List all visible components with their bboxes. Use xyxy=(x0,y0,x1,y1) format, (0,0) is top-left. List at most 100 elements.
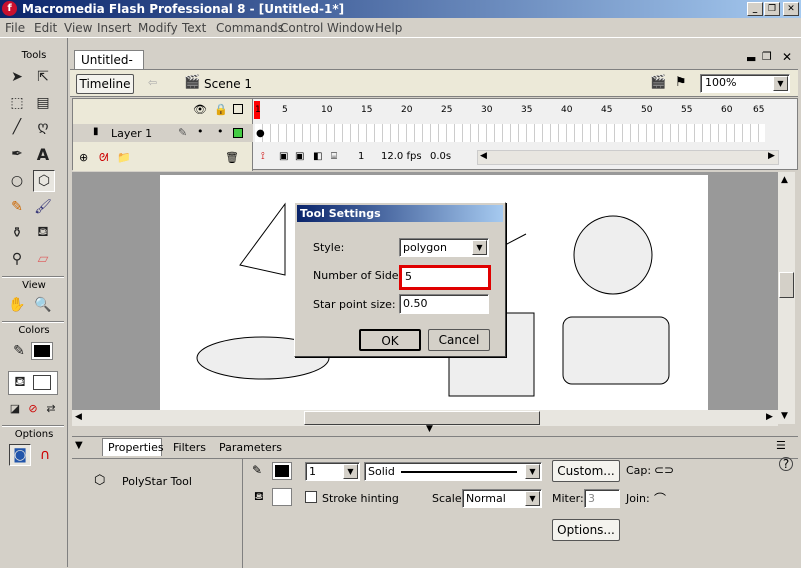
selection-tool-icon[interactable]: ➤ xyxy=(6,66,28,88)
frame-rate[interactable]: 12.0 fps xyxy=(381,151,422,162)
pen-tool-icon[interactable]: ✒ xyxy=(6,143,28,165)
keyframe-dot[interactable]: ● xyxy=(256,128,265,139)
hand-tool-icon[interactable]: ✋ xyxy=(6,294,28,316)
zoom-select[interactable]: 100% ▼ xyxy=(700,74,790,93)
lock-icon[interactable]: 🔒 xyxy=(214,103,228,116)
free-transform-tool-icon[interactable]: ⬚ xyxy=(6,92,28,114)
oval-tool-icon[interactable]: ○ xyxy=(6,170,28,192)
zoom-tool-icon[interactable]: 🔍 xyxy=(32,294,54,316)
panel-menu-icon[interactable]: ☰ xyxy=(776,439,786,452)
gradient-transform-tool-icon[interactable]: ▤ xyxy=(32,92,54,114)
text-tool-icon[interactable]: A xyxy=(32,143,54,165)
onion-skin-icon[interactable]: ▣ xyxy=(279,151,288,162)
outline-icon[interactable] xyxy=(233,104,243,114)
cap-icon[interactable]: ⊂⊃ xyxy=(654,463,674,477)
stroke-height-input[interactable]: 1 ▼ xyxy=(305,462,360,481)
hscroll-thumb[interactable] xyxy=(304,411,540,425)
eye-icon[interactable]: 👁 xyxy=(193,103,207,116)
help-icon[interactable]: ? xyxy=(779,457,793,471)
insert-folder-icon[interactable]: 📁 xyxy=(117,151,131,164)
close-button[interactable]: ✕ xyxy=(783,2,799,16)
swap-colors-icon[interactable]: ⇄ xyxy=(40,397,62,419)
menu-insert[interactable]: Insert xyxy=(97,21,131,35)
stroke-style-dropdown-icon[interactable]: ▼ xyxy=(525,464,540,479)
layer-name[interactable]: Layer 1 xyxy=(111,127,152,140)
tab-parameters[interactable]: Parameters xyxy=(219,441,282,454)
scroll-right-icon[interactable]: ▶ xyxy=(766,412,773,422)
menu-commands[interactable]: Commands xyxy=(216,21,284,35)
layer-row[interactable] xyxy=(73,124,253,142)
stroke-color-swatch[interactable] xyxy=(31,342,53,360)
layer-outline-color[interactable] xyxy=(233,128,243,138)
stroke-height-dropdown-icon[interactable]: ▼ xyxy=(343,464,358,479)
panel-collapse-icon[interactable]: ▼ xyxy=(426,424,433,434)
menu-view[interactable]: View xyxy=(64,21,92,35)
star-point-size-input[interactable]: 0.50 xyxy=(399,294,489,314)
scale-dropdown-icon[interactable]: ▼ xyxy=(525,491,540,506)
tab-filters[interactable]: Filters xyxy=(173,441,206,454)
menu-window[interactable]: Window xyxy=(327,21,374,35)
scroll-down-icon[interactable]: ▼ xyxy=(781,411,788,421)
paint-bucket-tool-icon[interactable]: ⛾ xyxy=(32,222,54,244)
scroll-up-icon[interactable]: ▲ xyxy=(781,175,788,185)
brush-tool-icon[interactable]: 🖌 xyxy=(32,196,54,218)
menu-text[interactable]: Text xyxy=(182,21,206,35)
layer-visible-dot[interactable]: • xyxy=(197,125,204,138)
object-drawing-icon[interactable]: ◙ xyxy=(9,444,31,466)
stroke-style-select[interactable]: Solid ▼ xyxy=(364,462,542,481)
doc-restore-icon[interactable]: ❐ xyxy=(762,50,772,63)
insert-layer-icon[interactable]: ⊕ xyxy=(79,151,88,164)
onion-outlines-icon[interactable]: ▣ xyxy=(295,151,304,162)
timeline-hscroll[interactable]: ◀ ▶ xyxy=(477,150,779,165)
edit-multiple-frames-icon[interactable]: ◧ xyxy=(313,151,322,162)
stage-hscroll[interactable]: ◀ ▶ xyxy=(72,410,778,426)
vscroll-thumb[interactable] xyxy=(779,272,794,298)
fill-color-swatch[interactable] xyxy=(33,375,51,390)
zoom-dropdown-icon[interactable]: ▼ xyxy=(773,76,788,91)
custom-button[interactable]: Custom... xyxy=(552,460,620,482)
document-tab[interactable]: Untitled-1* xyxy=(74,50,144,81)
miter-input[interactable]: 3 xyxy=(584,489,620,508)
back-arrow-icon[interactable]: ⇦ xyxy=(148,76,157,89)
number-of-sides-input[interactable]: 5 xyxy=(399,265,491,290)
subselection-tool-icon[interactable]: ⇱ xyxy=(32,66,54,88)
options-button[interactable]: Options... xyxy=(552,519,620,541)
edit-symbols-icon[interactable]: ⚑ xyxy=(675,75,687,90)
tab-properties[interactable]: Properties xyxy=(102,438,164,456)
minimize-button[interactable]: _ xyxy=(747,2,763,16)
fill-color-button[interactable] xyxy=(272,488,292,506)
style-dropdown-icon[interactable]: ▼ xyxy=(472,240,487,255)
snap-magnet-icon[interactable]: ∩ xyxy=(34,444,56,466)
eyedropper-tool-icon[interactable]: ⚲ xyxy=(6,248,28,270)
stage-vscroll[interactable]: ▲ ▼ xyxy=(778,172,795,424)
join-icon[interactable]: ⌒ xyxy=(654,490,666,507)
scene-label[interactable]: Scene 1 xyxy=(204,77,252,91)
stroke-color-button[interactable] xyxy=(272,462,292,480)
menu-help[interactable]: Help xyxy=(375,21,402,35)
stroke-hinting-checkbox[interactable] xyxy=(305,491,317,503)
layer-lock-dot[interactable]: • xyxy=(217,125,224,138)
restore-button[interactable]: ❐ xyxy=(764,2,780,16)
style-select[interactable]: polygon ▼ xyxy=(399,238,489,257)
scroll-left-icon[interactable]: ◀ xyxy=(480,151,487,161)
menu-edit[interactable]: Edit xyxy=(34,21,57,35)
lasso-tool-icon[interactable]: ღ xyxy=(32,116,54,138)
timeline-button[interactable]: Timeline xyxy=(76,74,134,94)
doc-close-icon[interactable]: ✕ xyxy=(782,50,792,64)
modify-markers-icon[interactable]: ⌸ xyxy=(331,151,337,162)
menu-modify[interactable]: Modify xyxy=(138,21,178,35)
line-tool-icon[interactable]: ╱ xyxy=(6,116,28,138)
ink-bottle-tool-icon[interactable]: ⚱ xyxy=(6,222,28,244)
scale-select[interactable]: Normal ▼ xyxy=(462,489,542,508)
frame-cells[interactable] xyxy=(255,124,765,142)
polystar-tool-icon[interactable]: ⬡ xyxy=(33,170,55,192)
doc-minimize-icon[interactable]: ▬ xyxy=(746,52,756,65)
scroll-left-icon[interactable]: ◀ xyxy=(75,412,82,422)
add-motion-guide-icon[interactable]: ᘛ xyxy=(99,151,108,165)
eraser-tool-icon[interactable]: ▱ xyxy=(32,248,54,270)
delete-layer-icon[interactable]: 🗑 xyxy=(225,151,239,164)
cancel-button[interactable]: Cancel xyxy=(428,329,490,351)
menu-control[interactable]: Control xyxy=(280,21,323,35)
scroll-right-icon[interactable]: ▶ xyxy=(768,151,775,161)
pencil-tool-icon[interactable]: ✎ xyxy=(6,196,28,218)
